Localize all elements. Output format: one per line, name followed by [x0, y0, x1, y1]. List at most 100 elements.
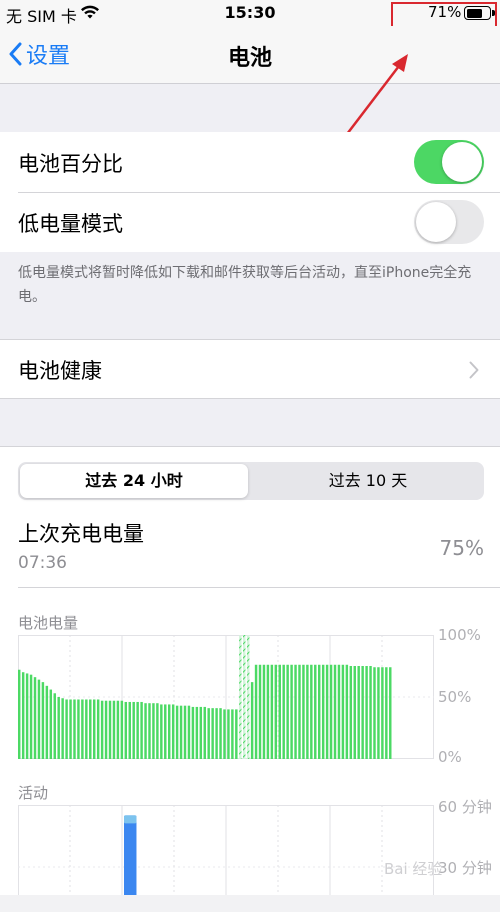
battery-level-bar [207, 708, 210, 759]
page-title: 电池 [227, 46, 272, 71]
battery-level-bar [144, 703, 147, 759]
battery-level-bar [160, 704, 163, 759]
battery-level-bar [164, 704, 167, 759]
battery-level-bar [365, 666, 368, 759]
battery-level-bar [329, 664, 333, 759]
battery-level-bar [132, 701, 135, 759]
battery-level-bar [69, 699, 72, 759]
battery-level-bar [377, 667, 380, 759]
battery-level-bar [128, 701, 131, 759]
activity-bar-cap [124, 815, 137, 824]
status-bar: 无 SIM 卡 15:30 71% [0, 0, 500, 28]
battery-level-bar [53, 693, 56, 759]
y-tick-50: 50% [438, 688, 472, 706]
battery-health-row[interactable]: 电池健康 [0, 339, 500, 399]
battery-level-bar [77, 699, 80, 759]
battery-level-bar [227, 709, 230, 759]
battery-level-bar [112, 700, 116, 759]
battery-level-bar [361, 666, 364, 759]
last-charge-time: 07:36 [18, 553, 67, 573]
tab-last-10-days[interactable]: 过去 10 天 [254, 464, 482, 498]
battery-level-bar [168, 704, 171, 759]
battery-level-bar [116, 700, 120, 759]
battery-level-bar [262, 664, 266, 759]
battery-level-bar [104, 700, 108, 759]
battery-level-bar [254, 664, 258, 759]
activity-chart-label: 活动 [18, 784, 49, 802]
battery-fill [466, 8, 483, 18]
toggle-knob [442, 142, 482, 182]
battery-percentage-toggle[interactable] [414, 140, 484, 184]
watermark: Bai 经验 [384, 860, 443, 878]
battery-level-bar [294, 664, 297, 759]
battery-level-bar [250, 682, 254, 759]
battery-level-bar [282, 664, 285, 759]
battery-level-bar [96, 699, 100, 759]
battery-level-bar [191, 706, 195, 759]
last-charge-title: 上次充电电量 [18, 522, 144, 546]
battery-settings-group: 电池百分比 低电量模式 [0, 132, 500, 252]
battery-level-bar [100, 700, 104, 759]
last-charge-level: 75% [439, 536, 484, 560]
battery-level-bar [136, 701, 139, 759]
battery-level-bar [195, 706, 199, 759]
low-power-mode-footnote: 低电量模式将暂时降低如下载和邮件获取等后台活动，直至iPhone完全充电。 [18, 265, 472, 305]
battery-level-bar [124, 701, 128, 759]
battery-level-bar [49, 689, 53, 759]
battery-level-bar [179, 705, 183, 759]
battery-level-bar [270, 664, 274, 759]
battery-level-bar [302, 664, 305, 759]
battery-level-bar [290, 664, 293, 759]
battery-level-bar [341, 664, 345, 759]
low-power-mode-toggle[interactable] [414, 200, 484, 244]
battery-level-bar [33, 677, 37, 759]
y-tick-30min: 30 分钟 [438, 859, 492, 877]
battery-level-bar [215, 708, 218, 759]
battery-level-bar [61, 698, 64, 759]
battery-level-bar [266, 664, 270, 759]
battery-level-bar [333, 664, 337, 759]
battery-level-bar [318, 664, 321, 759]
bottom-strip [0, 895, 500, 912]
activity-bar [124, 815, 137, 895]
battery-level-bar [85, 699, 88, 759]
battery-level-bar [235, 709, 238, 759]
activity-chart [18, 805, 434, 895]
battery-level-bar [41, 682, 45, 759]
battery-level-bar [389, 667, 392, 759]
battery-level-bar [349, 666, 353, 759]
battery-level-bar [314, 664, 317, 759]
battery-level-bar [325, 664, 329, 759]
charging-bar [246, 635, 250, 759]
toggle-knob [416, 202, 456, 242]
battery-level-bar [171, 704, 175, 759]
tab-last-24-hours[interactable]: 过去 24 小时 [20, 464, 248, 498]
battery-level-bar [187, 705, 191, 759]
battery-level-bar [65, 699, 68, 759]
battery-level-bar [337, 664, 341, 759]
battery-level-bar [148, 703, 151, 759]
battery-level-bar [353, 666, 356, 759]
battery-level-bar [369, 666, 372, 759]
battery-level-bar [306, 664, 309, 759]
battery-level-bar [81, 699, 84, 759]
battery-level-bar [203, 706, 206, 759]
navigation-bar: 设置 电池 [0, 26, 500, 84]
battery-level-bar [93, 699, 96, 759]
battery-level-bar [73, 699, 76, 759]
charging-bar [243, 635, 246, 759]
low-power-mode-label: 低电量模式 [18, 212, 123, 236]
battery-percent-label: 71% [428, 3, 462, 21]
battery-level-bar [385, 667, 388, 759]
battery-level-chart-label: 电池电量 [18, 614, 79, 632]
y-tick-60min: 60 分钟 [438, 798, 492, 816]
y-tick-100: 100% [438, 626, 481, 644]
battery-level-bar [57, 697, 60, 759]
battery-level-bar [156, 703, 159, 759]
battery-level-bar [258, 664, 262, 759]
battery-level-bar [45, 685, 49, 759]
battery-level-bar [21, 672, 25, 759]
battery-level-bar [345, 664, 349, 759]
battery-level-bar [140, 701, 143, 759]
battery-level-bar [231, 709, 234, 759]
